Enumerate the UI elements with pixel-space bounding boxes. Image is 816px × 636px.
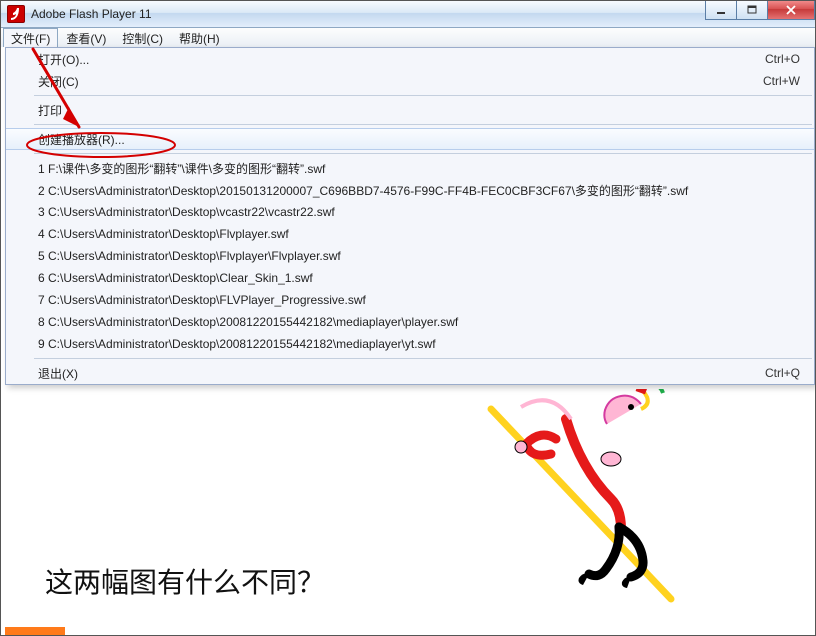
menu-item-print[interactable]: 打印 <box>6 99 814 121</box>
minimize-button[interactable] <box>705 1 737 20</box>
menu-control[interactable]: 控制(C) <box>114 28 171 47</box>
window-title: Adobe Flash Player 11 <box>31 7 152 21</box>
menu-item-recent[interactable]: 9 C:\Users\Administrator\Desktop\2008122… <box>6 333 814 355</box>
maximize-button[interactable] <box>736 1 768 20</box>
menubar: 文件(F) 查看(V) 控制(C) 帮助(H) <box>1 28 815 48</box>
menu-item-recent[interactable]: 5 C:\Users\Administrator\Desktop\Flvplay… <box>6 245 814 267</box>
menu-item-recent[interactable]: 6 C:\Users\Administrator\Desktop\Clear_S… <box>6 267 814 289</box>
flash-icon <box>7 5 25 23</box>
menu-item-close[interactable]: 关闭(C) Ctrl+W <box>6 70 814 92</box>
titlebar: Adobe Flash Player 11 <box>1 1 815 28</box>
file-menu-dropdown: 打开(O)... Ctrl+O 关闭(C) Ctrl+W 打印 创建播放器(R)… <box>5 47 815 385</box>
menu-item-recent[interactable]: 2 C:\Users\Administrator\Desktop\2015013… <box>6 179 814 201</box>
question-text: 这两幅图有什么不同？ <box>45 561 325 601</box>
window-buttons <box>706 1 815 19</box>
menu-item-recent[interactable]: 7 C:\Users\Administrator\Desktop\FLVPlay… <box>6 289 814 311</box>
menu-item-exit[interactable]: 退出(X) Ctrl+Q <box>6 362 814 384</box>
menu-separator <box>34 95 812 96</box>
menu-item-recent[interactable]: 8 C:\Users\Administrator\Desktop\2008122… <box>6 311 814 333</box>
menu-item-recent[interactable]: 4 C:\Users\Administrator\Desktop\Flvplay… <box>6 223 814 245</box>
menu-separator <box>34 153 812 154</box>
menu-item-recent[interactable]: 1 F:\课件\多变的图形“翻转”\课件\多变的图形“翻转”.swf <box>6 157 814 179</box>
menu-item-open[interactable]: 打开(O)... Ctrl+O <box>6 48 814 70</box>
menu-separator <box>34 124 812 125</box>
menu-item-recent[interactable]: 3 C:\Users\Administrator\Desktop\vcastr2… <box>6 201 814 223</box>
app-window: Adobe Flash Player 11 文件(F) 查看(V) 控制(C) … <box>0 0 816 636</box>
menu-help[interactable]: 帮助(H) <box>171 28 228 47</box>
menu-item-create-projector[interactable]: 创建播放器(R)... <box>6 128 814 150</box>
menu-file[interactable]: 文件(F) <box>3 28 58 48</box>
monkey-king-figure <box>471 389 711 629</box>
menu-separator <box>34 358 812 359</box>
menu-view[interactable]: 查看(V) <box>58 28 114 47</box>
timeline-bar[interactable] <box>5 627 65 635</box>
close-button[interactable] <box>767 1 815 20</box>
